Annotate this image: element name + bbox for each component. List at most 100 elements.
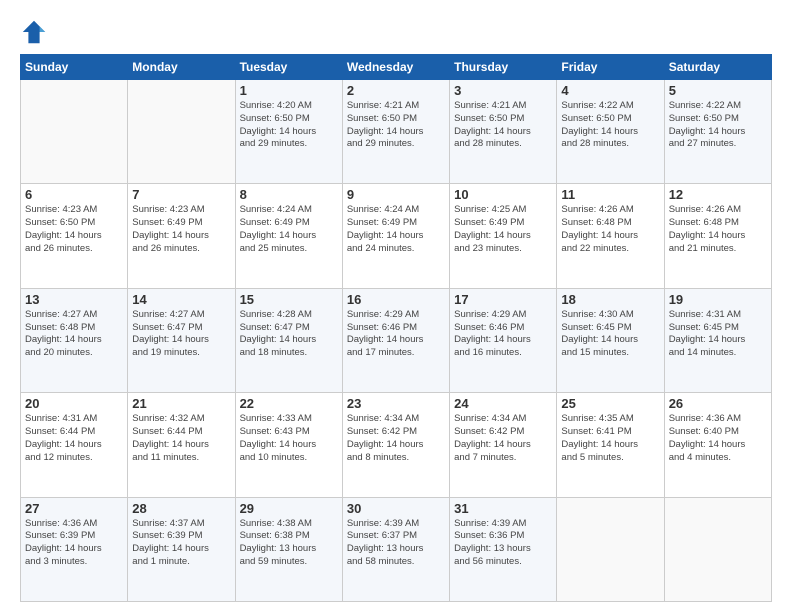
logo	[20, 18, 50, 46]
calendar-cell: 26 Sunrise: 4:36 AM Sunset: 6:40 PM Dayli…	[664, 393, 771, 497]
day-info: Sunrise: 4:22 AM Sunset: 6:50 PM Dayligh…	[561, 100, 659, 151]
calendar-cell: 30 Sunrise: 4:39 AM Sunset: 6:37 PM Dayli…	[342, 497, 449, 601]
day-info: Sunrise: 4:27 AM Sunset: 6:47 PM Dayligh…	[132, 309, 230, 360]
calendar-cell: 7 Sunrise: 4:23 AM Sunset: 6:49 PM Daylig…	[128, 184, 235, 288]
day-number: 27	[25, 501, 123, 516]
calendar-header-tuesday: Tuesday	[235, 55, 342, 80]
calendar-week-row: 1Sunrise: 4:20 AM Sunset: 6:50 PM Daylig…	[21, 80, 772, 184]
day-info: Sunrise: 4:31 AM Sunset: 6:44 PM Dayligh…	[25, 413, 123, 464]
day-number: 2	[347, 83, 445, 98]
day-number: 7	[132, 187, 230, 202]
day-number: 26	[669, 396, 767, 411]
calendar-cell: 9Sunrise: 4:24 AM Sunset: 6:49 PM Daylig…	[342, 184, 449, 288]
calendar-header-sunday: Sunday	[21, 55, 128, 80]
calendar-cell	[664, 497, 771, 601]
day-number: 22	[240, 396, 338, 411]
day-number: 12	[669, 187, 767, 202]
calendar-cell: 5Sunrise: 4:22 AM Sunset: 6:50 PM Daylig…	[664, 80, 771, 184]
day-info: Sunrise: 4:26 AM Sunset: 6:48 PM Dayligh…	[561, 204, 659, 255]
day-info: Sunrise: 4:30 AM Sunset: 6:45 PM Dayligh…	[561, 309, 659, 360]
calendar-cell: 29 Sunrise: 4:38 AM Sunset: 6:38 PM Dayli…	[235, 497, 342, 601]
day-info: Sunrise: 4:25 AM Sunset: 6:49 PM Dayligh…	[454, 204, 552, 255]
day-number: 10	[454, 187, 552, 202]
day-info: Sunrise: 4:26 AM Sunset: 6:48 PM Dayligh…	[669, 204, 767, 255]
calendar-week-row: 27 Sunrise: 4:36 AM Sunset: 6:39 PM Dayli…	[21, 497, 772, 601]
calendar-cell: 22 Sunrise: 4:33 AM Sunset: 6:43 PM Dayli…	[235, 393, 342, 497]
day-info: Sunrise: 4:34 AM Sunset: 6:42 PM Dayligh…	[454, 413, 552, 464]
day-info: Sunrise: 4:38 AM Sunset: 6:38 PM Dayligh…	[240, 518, 338, 569]
day-info: Sunrise: 4:23 AM Sunset: 6:50 PM Dayligh…	[25, 204, 123, 255]
calendar-cell: 19 Sunrise: 4:31 AM Sunset: 6:45 PM Dayli…	[664, 288, 771, 392]
calendar-cell: 28 Sunrise: 4:37 AM Sunset: 6:39 PM Dayli…	[128, 497, 235, 601]
day-info: Sunrise: 4:20 AM Sunset: 6:50 PM Dayligh…	[240, 100, 338, 151]
calendar-cell: 4Sunrise: 4:22 AM Sunset: 6:50 PM Daylig…	[557, 80, 664, 184]
calendar-cell: 8 Sunrise: 4:24 AM Sunset: 6:49 PM Daylig…	[235, 184, 342, 288]
day-info: Sunrise: 4:23 AM Sunset: 6:49 PM Dayligh…	[132, 204, 230, 255]
calendar-cell: 25Sunrise: 4:35 AM Sunset: 6:41 PM Dayli…	[557, 393, 664, 497]
day-number: 5	[669, 83, 767, 98]
logo-icon	[20, 18, 48, 46]
calendar-cell	[557, 497, 664, 601]
day-number: 13	[25, 292, 123, 307]
calendar-cell: 21 Sunrise: 4:32 AM Sunset: 6:44 PM Dayli…	[128, 393, 235, 497]
calendar-cell: 13 Sunrise: 4:27 AM Sunset: 6:48 PM Dayli…	[21, 288, 128, 392]
calendar-cell: 11 Sunrise: 4:26 AM Sunset: 6:48 PM Dayli…	[557, 184, 664, 288]
day-info: Sunrise: 4:24 AM Sunset: 6:49 PM Dayligh…	[240, 204, 338, 255]
calendar-table: SundayMondayTuesdayWednesdayThursdayFrid…	[20, 54, 772, 602]
calendar-cell: 6Sunrise: 4:23 AM Sunset: 6:50 PM Daylig…	[21, 184, 128, 288]
day-number: 17	[454, 292, 552, 307]
day-number: 23	[347, 396, 445, 411]
calendar-header-wednesday: Wednesday	[342, 55, 449, 80]
day-info: Sunrise: 4:39 AM Sunset: 6:37 PM Dayligh…	[347, 518, 445, 569]
calendar-cell	[21, 80, 128, 184]
calendar-header-saturday: Saturday	[664, 55, 771, 80]
day-info: Sunrise: 4:29 AM Sunset: 6:46 PM Dayligh…	[454, 309, 552, 360]
calendar-header-thursday: Thursday	[450, 55, 557, 80]
day-number: 30	[347, 501, 445, 516]
day-number: 9	[347, 187, 445, 202]
calendar-header-friday: Friday	[557, 55, 664, 80]
calendar-cell: 18 Sunrise: 4:30 AM Sunset: 6:45 PM Dayli…	[557, 288, 664, 392]
calendar-cell: 12 Sunrise: 4:26 AM Sunset: 6:48 PM Dayli…	[664, 184, 771, 288]
day-info: Sunrise: 4:29 AM Sunset: 6:46 PM Dayligh…	[347, 309, 445, 360]
day-number: 14	[132, 292, 230, 307]
calendar-cell: 10 Sunrise: 4:25 AM Sunset: 6:49 PM Dayli…	[450, 184, 557, 288]
day-number: 24	[454, 396, 552, 411]
calendar-cell: 31 Sunrise: 4:39 AM Sunset: 6:36 PM Dayli…	[450, 497, 557, 601]
page: SundayMondayTuesdayWednesdayThursdayFrid…	[0, 0, 792, 612]
calendar-cell: 20Sunrise: 4:31 AM Sunset: 6:44 PM Dayli…	[21, 393, 128, 497]
day-number: 16	[347, 292, 445, 307]
day-number: 8	[240, 187, 338, 202]
day-info: Sunrise: 4:21 AM Sunset: 6:50 PM Dayligh…	[454, 100, 552, 151]
day-info: Sunrise: 4:36 AM Sunset: 6:39 PM Dayligh…	[25, 518, 123, 569]
day-info: Sunrise: 4:36 AM Sunset: 6:40 PM Dayligh…	[669, 413, 767, 464]
day-info: Sunrise: 4:32 AM Sunset: 6:44 PM Dayligh…	[132, 413, 230, 464]
calendar-week-row: 6Sunrise: 4:23 AM Sunset: 6:50 PM Daylig…	[21, 184, 772, 288]
calendar-cell: 3 Sunrise: 4:21 AM Sunset: 6:50 PM Daylig…	[450, 80, 557, 184]
day-info: Sunrise: 4:33 AM Sunset: 6:43 PM Dayligh…	[240, 413, 338, 464]
day-number: 3	[454, 83, 552, 98]
calendar-cell: 1Sunrise: 4:20 AM Sunset: 6:50 PM Daylig…	[235, 80, 342, 184]
calendar-cell: 15 Sunrise: 4:28 AM Sunset: 6:47 PM Dayli…	[235, 288, 342, 392]
day-info: Sunrise: 4:37 AM Sunset: 6:39 PM Dayligh…	[132, 518, 230, 569]
day-number: 11	[561, 187, 659, 202]
day-number: 19	[669, 292, 767, 307]
day-number: 21	[132, 396, 230, 411]
header	[20, 18, 772, 46]
day-number: 29	[240, 501, 338, 516]
day-info: Sunrise: 4:39 AM Sunset: 6:36 PM Dayligh…	[454, 518, 552, 569]
day-number: 31	[454, 501, 552, 516]
calendar-cell: 24 Sunrise: 4:34 AM Sunset: 6:42 PM Dayli…	[450, 393, 557, 497]
day-info: Sunrise: 4:27 AM Sunset: 6:48 PM Dayligh…	[25, 309, 123, 360]
day-info: Sunrise: 4:31 AM Sunset: 6:45 PM Dayligh…	[669, 309, 767, 360]
calendar-cell: 17 Sunrise: 4:29 AM Sunset: 6:46 PM Dayli…	[450, 288, 557, 392]
calendar-header-monday: Monday	[128, 55, 235, 80]
day-number: 15	[240, 292, 338, 307]
day-number: 28	[132, 501, 230, 516]
calendar-cell	[128, 80, 235, 184]
day-number: 18	[561, 292, 659, 307]
calendar-cell: 2 Sunrise: 4:21 AM Sunset: 6:50 PM Daylig…	[342, 80, 449, 184]
day-info: Sunrise: 4:21 AM Sunset: 6:50 PM Dayligh…	[347, 100, 445, 151]
calendar-cell: 14 Sunrise: 4:27 AM Sunset: 6:47 PM Dayli…	[128, 288, 235, 392]
day-info: Sunrise: 4:28 AM Sunset: 6:47 PM Dayligh…	[240, 309, 338, 360]
